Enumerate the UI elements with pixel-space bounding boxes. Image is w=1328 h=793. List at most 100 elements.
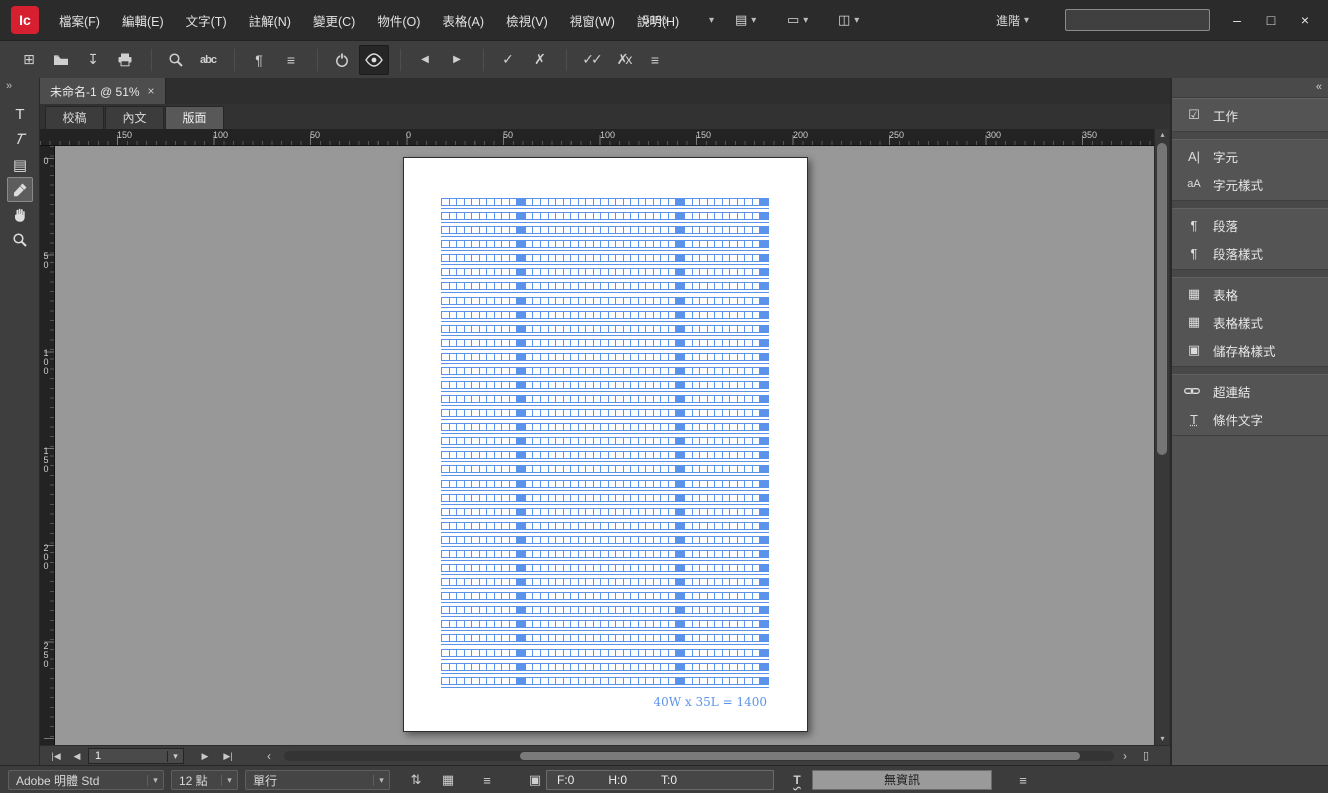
first-page-button[interactable]: |◀ [46,746,66,766]
panel-item-table-styles[interactable]: ▦ 表格樣式 [1172,308,1328,336]
find-button[interactable] [161,45,191,75]
eyedropper-tool[interactable] [7,177,33,202]
panel-item-paragraph-styles[interactable]: ¶ 段落樣式 [1172,239,1328,267]
panel-item-character[interactable]: A| 字元 [1172,142,1328,170]
maximize-button[interactable]: □ [1254,7,1288,33]
new-document-button[interactable]: ⊞ [14,45,44,75]
panel-item-paragraph[interactable]: ¶ 段落 [1172,211,1328,239]
previous-change-button[interactable]: ◀ [410,45,440,75]
screen-mode-dropdown[interactable]: ▭ ▾ [787,0,808,40]
panel-item-assignments[interactable]: ☑ 工作 [1172,101,1328,129]
previous-page-button[interactable]: ◀ [68,746,86,766]
double-check-icon: ✓✓ [582,51,603,67]
type-on-path-tool[interactable]: T [7,127,33,152]
chevron-down-icon: ▾ [1024,14,1030,26]
panel-item-character-styles[interactable]: aA 字元樣式 [1172,170,1328,198]
next-page-button[interactable]: ▶ [196,746,214,766]
composer-select[interactable]: 單行 ▾ [245,770,390,790]
panel-section: ☑ 工作 [1172,98,1328,132]
panel-item-table[interactable]: ▦ 表格 [1172,280,1328,308]
vertical-scrollbar[interactable]: ▴ ▾ [1154,129,1169,745]
panel-item-label: 超連結 [1213,385,1251,400]
print-button[interactable] [110,45,140,75]
collapse-panels-icon[interactable]: « [1316,81,1322,93]
page-number-combo[interactable]: 1 ▾ [88,748,184,764]
zoom-dropdown[interactable]: 51% ▾ [643,0,714,40]
search-input[interactable] [1065,9,1210,31]
text-status-button[interactable]: T [786,770,808,790]
type-tool[interactable]: T [7,102,33,127]
magnifier-icon [12,232,28,248]
page[interactable]: 40W x 35L = 1400 [403,157,808,732]
toolbar-separator [566,48,567,71]
menu-item[interactable]: 文字(T) [175,11,238,30]
scroll-left-icon[interactable]: ‹ [262,746,276,766]
accept-all-changes-button[interactable]: ✓✓ [576,45,606,75]
text-direction-button[interactable]: ⇅ [405,770,427,790]
menu-item[interactable]: 檢視(V) [495,11,559,30]
menu-icon: ≡ [286,51,296,68]
note-tool[interactable]: ▤ [7,152,33,177]
frame-grid-button[interactable]: ▦ [437,770,459,790]
arrange-documents-dropdown[interactable]: ◫ ▾ [838,0,859,40]
show-hidden-characters-button[interactable]: ¶ [244,45,274,75]
menu-item[interactable]: 變更(C) [302,11,366,30]
close-tab-icon[interactable]: × [148,84,155,98]
font-select[interactable]: Adobe 明體 Std ▾ [8,770,164,790]
scroll-down-icon[interactable]: ▾ [1155,733,1170,745]
spread-view-icon[interactable]: ▯ [1136,749,1156,763]
reject-change-button[interactable]: ✗ [525,45,555,75]
scroll-up-icon[interactable]: ▴ [1155,129,1170,141]
text-options-menu-button[interactable]: ≡ [276,45,306,75]
panel-item-label: 儲存格樣式 [1213,344,1276,359]
horizontal-scrollbar[interactable] [284,751,1114,761]
menu-item[interactable]: 物件(O) [366,11,431,30]
canvas[interactable]: 40W x 35L = 1400 [55,146,1154,745]
font-size-select[interactable]: 12 點 ▾ [171,770,238,790]
tab-galley[interactable]: 校稿 [45,106,104,129]
last-page-button[interactable]: ▶| [218,746,238,766]
panel-item-cell-styles[interactable]: ▣ 儲存格樣式 [1172,336,1328,364]
hand-tool[interactable] [7,202,33,227]
menu-item[interactable]: 檔案(F) [48,11,111,30]
save-content-button[interactable]: ↧ [78,45,108,75]
horizontal-scrollbar-thumb[interactable] [520,752,1080,760]
grid-line [441,296,770,311]
close-button[interactable]: × [1288,7,1322,33]
info-menu-button[interactable]: ≡ [1012,770,1034,790]
document-tab[interactable]: 未命名-1 @ 51% × [40,78,166,104]
chevron-down-icon: ▾ [167,750,183,762]
horizontal-ruler[interactable]: 150 100 50 0 50 100 150 200 250 300 350 [40,129,1154,146]
next-change-button[interactable]: ▶ [442,45,472,75]
ruler-label: 300 [986,130,1002,140]
tab-layout[interactable]: 版面 [165,106,224,129]
minimize-button[interactable]: – [1220,7,1254,33]
menu-item[interactable]: 表格(A) [431,11,495,30]
changes-menu-button[interactable]: ≡ [640,45,670,75]
menu-item[interactable]: 視窗(W) [559,11,626,30]
accept-change-button[interactable]: ✓ [493,45,523,75]
open-button[interactable] [46,45,76,75]
vertical-scrollbar-thumb[interactable] [1157,143,1167,455]
workspace-dropdown[interactable]: 進階 ▾ [996,0,1029,40]
scroll-right-icon[interactable]: › [1118,746,1132,766]
grid-line [441,240,770,254]
status-bar: Adobe 明體 Std ▾ 12 點 ▾ 單行 ▾ ⇅ ▦ ≡ ▣ F:0 H… [0,765,1328,793]
spellcheck-button[interactable]: abc [193,45,223,75]
tab-story[interactable]: 內文 [105,106,164,129]
info-field: 無資訊 [812,770,992,790]
expand-tools-icon[interactable]: » [6,80,12,92]
menu-item[interactable]: 註解(N) [238,11,302,30]
track-changes-toggle-button[interactable] [327,45,357,75]
double-cross-icon: ✗x [616,51,633,67]
menu-item[interactable]: 編輯(E) [111,11,175,30]
vertical-ruler[interactable]: 0 50 100 150 200 250 [40,146,55,745]
panel-item-hyperlinks[interactable]: 超連結 [1172,377,1328,405]
panel-item-conditional-text[interactable]: T 條件文字 [1172,405,1328,433]
zoom-tool[interactable] [7,227,33,252]
view-options-dropdown[interactable]: ▤ ▾ [735,0,756,40]
show-changes-button[interactable] [359,44,389,75]
kinsoku-button[interactable]: ▣ [524,770,546,790]
reject-all-changes-button[interactable]: ✗x [608,45,638,75]
statusbar-menu-button[interactable]: ≡ [476,770,498,790]
